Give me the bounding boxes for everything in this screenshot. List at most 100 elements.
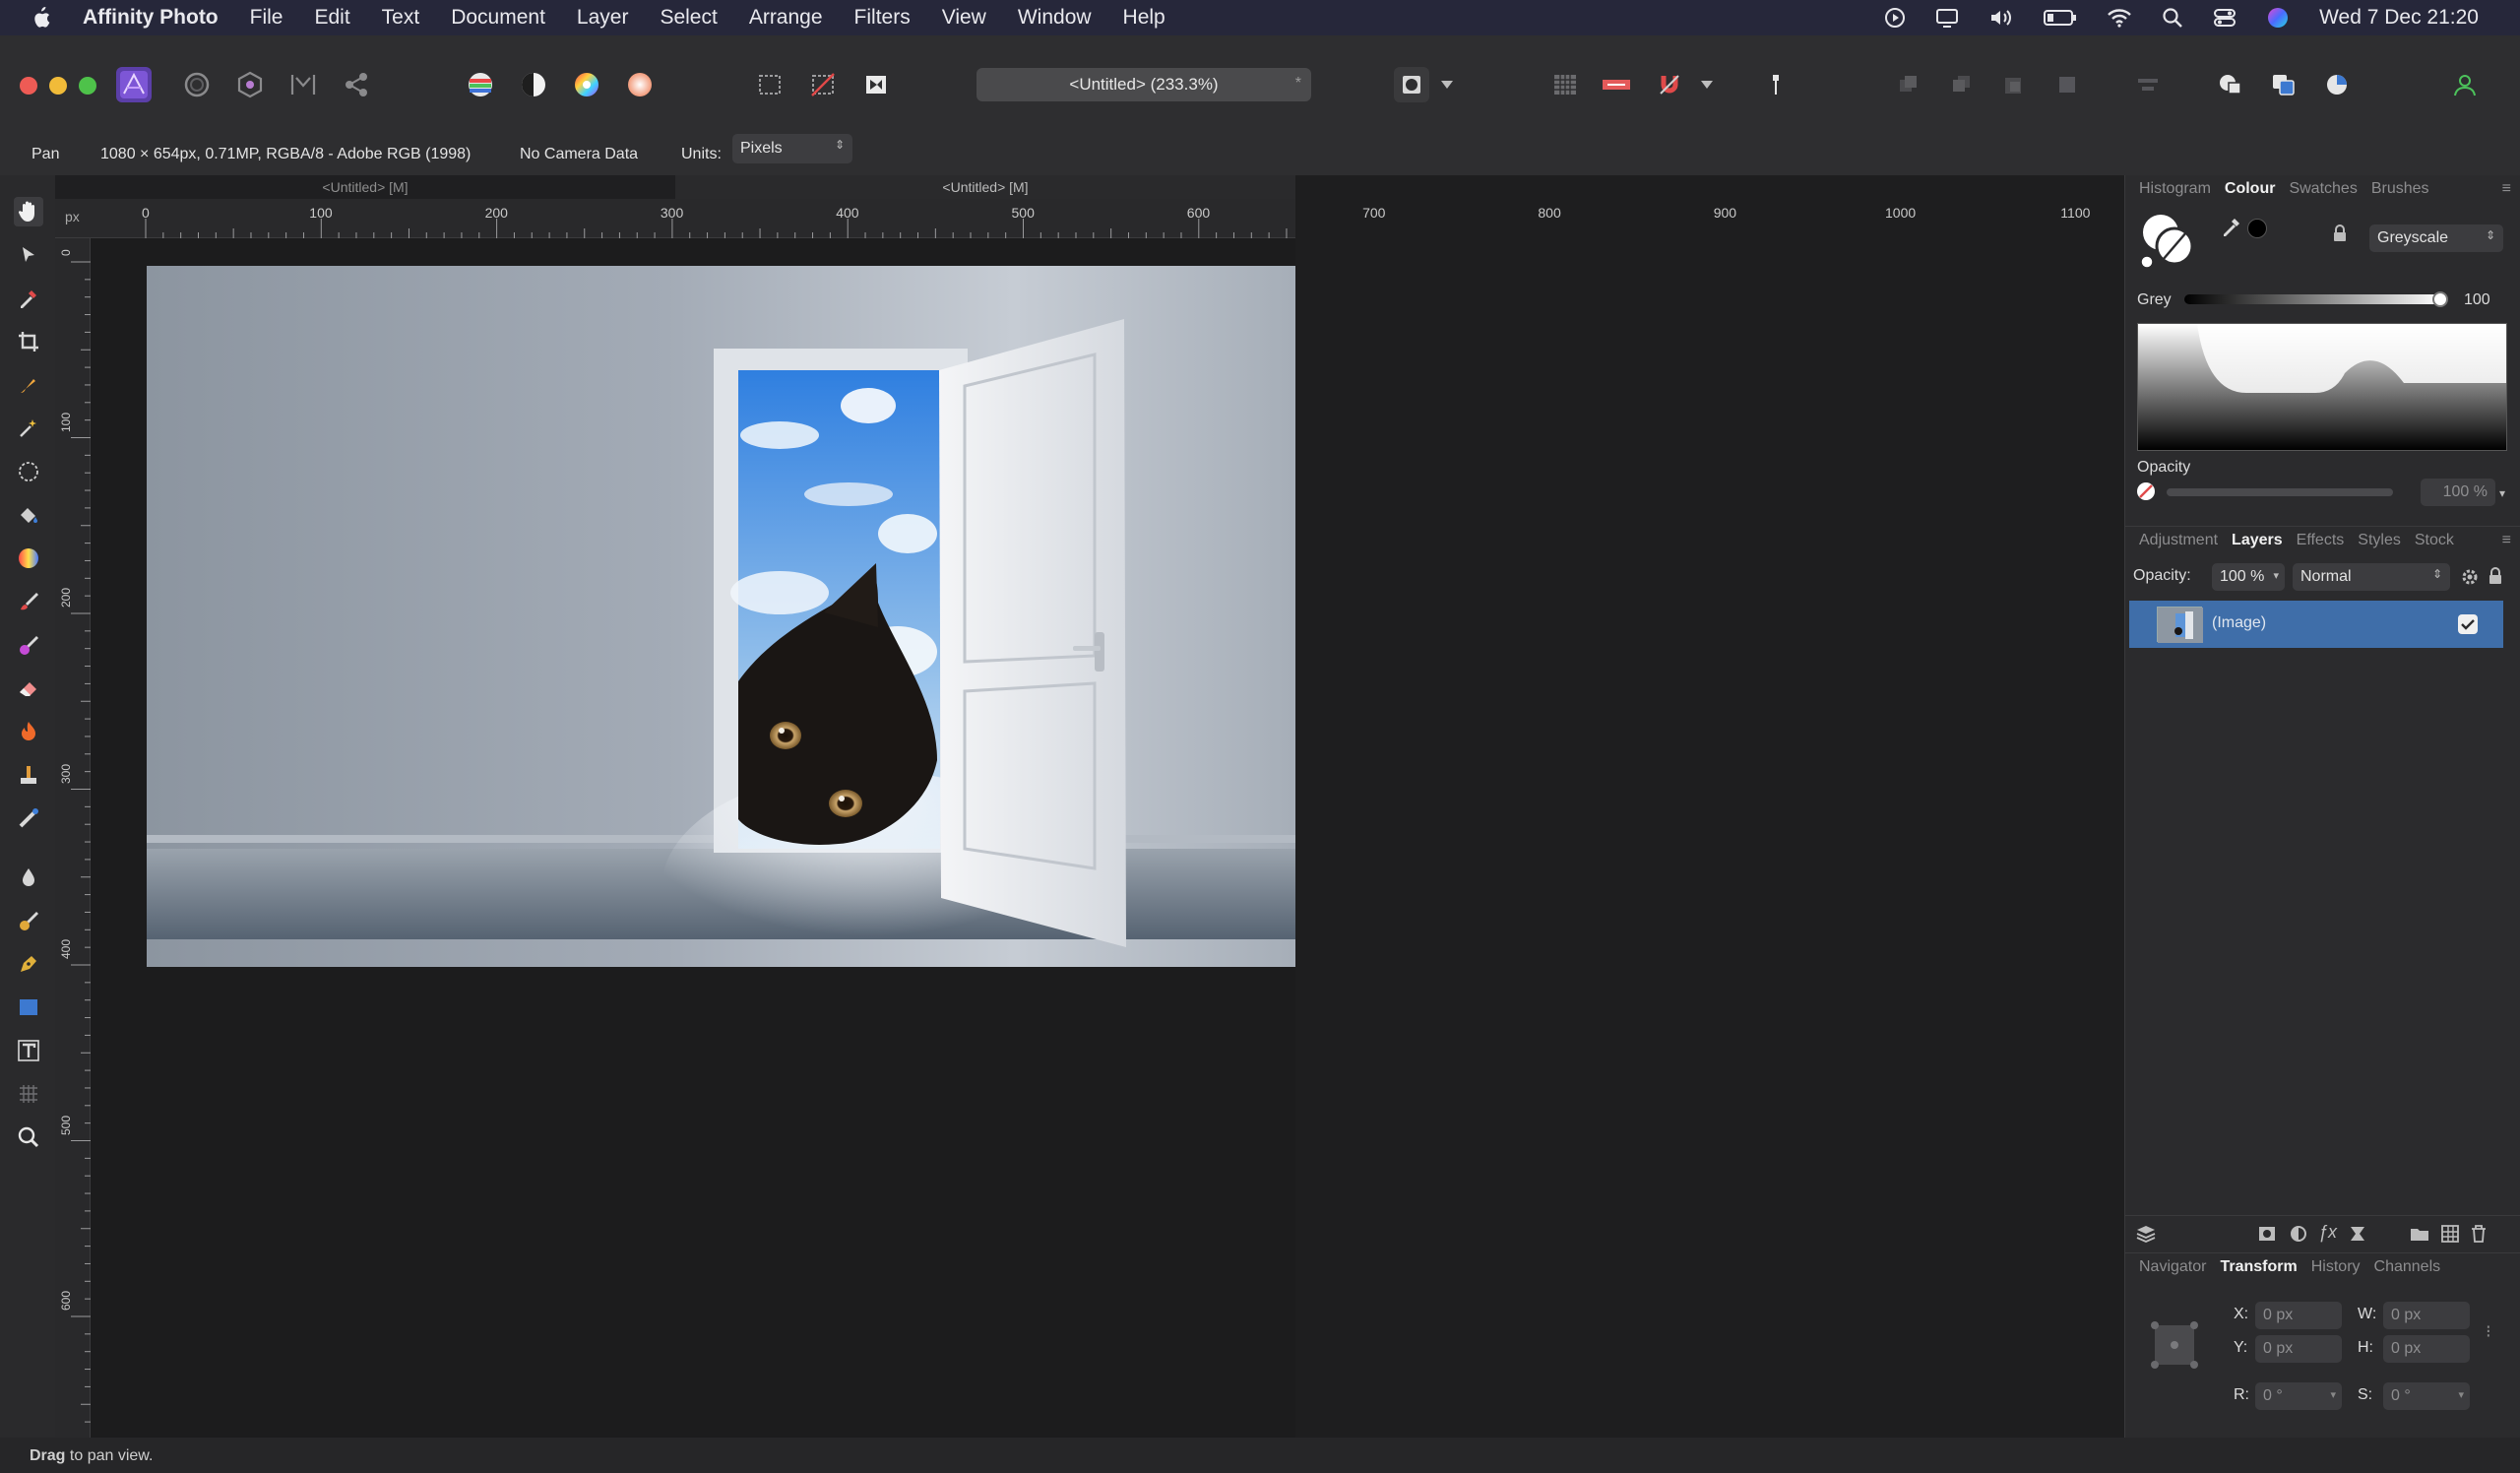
no-fill-icon[interactable] bbox=[2137, 482, 2155, 500]
fill-tool-icon[interactable] bbox=[14, 500, 43, 530]
swap-colours-icon[interactable] bbox=[2259, 215, 2279, 236]
levels-icon[interactable] bbox=[463, 67, 498, 102]
blur-brush-tool-icon[interactable] bbox=[14, 863, 43, 892]
blend-mode-dropdown[interactable]: Normal ⇕ bbox=[2293, 563, 2450, 591]
grey-value[interactable]: 100 bbox=[2464, 291, 2490, 309]
quick-mask-dropdown-icon[interactable] bbox=[1435, 67, 1459, 102]
opacity-dropdown-icon[interactable]: ▾ bbox=[2499, 486, 2505, 500]
invert-selection-icon[interactable] bbox=[858, 67, 894, 102]
quick-mask-icon[interactable] bbox=[1394, 67, 1429, 102]
dodge-tool-icon[interactable] bbox=[14, 717, 43, 746]
marquee-tool-icon[interactable] bbox=[14, 457, 43, 486]
layers-panel-menu-icon[interactable]: ≡ bbox=[2502, 532, 2511, 549]
play-icon[interactable] bbox=[1884, 7, 1906, 29]
snapping-dropdown-icon[interactable] bbox=[1695, 67, 1719, 102]
clone-brush-tool-icon[interactable] bbox=[14, 760, 43, 790]
mesh-warp-tool-icon[interactable] bbox=[14, 1079, 43, 1109]
tab-effects[interactable]: Effects bbox=[2297, 532, 2345, 549]
control-center-icon[interactable] bbox=[2213, 7, 2236, 29]
menu-edit[interactable]: Edit bbox=[314, 6, 349, 30]
move-to-back-icon[interactable] bbox=[2049, 67, 2085, 102]
menu-select[interactable]: Select bbox=[660, 6, 717, 30]
pen-tool-icon[interactable] bbox=[14, 949, 43, 979]
pan-tool-icon[interactable] bbox=[14, 197, 43, 226]
layer-row-image[interactable]: (Image) bbox=[2129, 601, 2503, 648]
document-title-field[interactable]: <Untitled> (233.3%) * bbox=[976, 68, 1311, 101]
erase-tool-icon[interactable] bbox=[14, 673, 43, 703]
smudge-brush-tool-icon[interactable] bbox=[14, 906, 43, 935]
tab-history[interactable]: History bbox=[2311, 1258, 2361, 1276]
grey-slider-handle[interactable] bbox=[2432, 291, 2448, 307]
menu-view[interactable]: View bbox=[942, 6, 986, 30]
colour-mode-dropdown[interactable]: Greyscale ⇕ bbox=[2369, 224, 2503, 252]
spotlight-search-icon[interactable] bbox=[2162, 7, 2183, 29]
grid-icon[interactable] bbox=[1547, 67, 1583, 102]
crop-tool-icon[interactable] bbox=[14, 327, 43, 356]
anchor-point-selector[interactable] bbox=[2147, 1317, 2202, 1373]
layer-visibility-checkbox[interactable] bbox=[2458, 614, 2478, 634]
add-group-icon[interactable] bbox=[2409, 1224, 2430, 1249]
display-icon[interactable] bbox=[1935, 7, 1959, 29]
zoom-tool-icon[interactable] bbox=[14, 1122, 43, 1152]
tab-histogram[interactable]: Histogram bbox=[2139, 180, 2211, 198]
artistic-text-tool-icon[interactable] bbox=[14, 1036, 43, 1065]
channel-toggle-icon[interactable] bbox=[1599, 67, 1634, 102]
clock-datetime[interactable]: Wed 7 Dec 21:20 bbox=[2319, 6, 2479, 30]
subtract-shapes-icon[interactable] bbox=[2266, 67, 2301, 102]
document-tab-active[interactable]: <Untitled> [M] bbox=[675, 175, 1295, 199]
move-to-front-icon[interactable] bbox=[1996, 67, 2032, 102]
colour-picker-tool-icon[interactable] bbox=[14, 284, 43, 313]
tab-adjustment[interactable]: Adjustment bbox=[2139, 532, 2218, 549]
units-dropdown[interactable]: Pixels ⇕ bbox=[732, 134, 852, 163]
fill-stroke-swatch[interactable] bbox=[2139, 211, 2198, 270]
grey-slider[interactable] bbox=[2184, 294, 2442, 304]
menu-document[interactable]: Document bbox=[451, 6, 545, 30]
tab-styles[interactable]: Styles bbox=[2358, 532, 2401, 549]
volume-icon[interactable] bbox=[1988, 7, 2014, 29]
tab-navigator[interactable]: Navigator bbox=[2139, 1258, 2206, 1276]
recolour-icon[interactable] bbox=[622, 67, 658, 102]
menu-window[interactable]: Window bbox=[1018, 6, 1092, 30]
vertical-ruler[interactable]: 0 100 200 300 400 500 600 bbox=[55, 238, 91, 1438]
battery-icon[interactable] bbox=[2044, 9, 2077, 27]
eyedropper-icon[interactable] bbox=[2220, 215, 2243, 243]
marquee-mode-icon[interactable] bbox=[752, 67, 788, 102]
fx-icon[interactable]: ƒx bbox=[2318, 1222, 2337, 1243]
move-forward-icon[interactable] bbox=[1943, 67, 1979, 102]
app-menu[interactable]: Affinity Photo bbox=[83, 6, 219, 30]
layer-name[interactable]: (Image) bbox=[2212, 614, 2266, 632]
opacity-field[interactable]: 100 % bbox=[2421, 479, 2495, 506]
panel-menu-icon[interactable]: ≡ bbox=[2502, 180, 2511, 198]
close-window-button[interactable] bbox=[20, 77, 37, 95]
x-field[interactable]: 0 px bbox=[2255, 1302, 2342, 1329]
add-shapes-icon[interactable] bbox=[2213, 67, 2248, 102]
account-icon[interactable] bbox=[2447, 67, 2483, 102]
menu-text[interactable]: Text bbox=[382, 6, 420, 30]
add-pixel-layer-icon[interactable] bbox=[2440, 1224, 2460, 1249]
tone-mapping-persona-icon[interactable] bbox=[285, 67, 321, 102]
h-field[interactable]: 0 px bbox=[2383, 1335, 2470, 1363]
paint-brush-tool-icon[interactable] bbox=[14, 587, 43, 616]
apple-icon[interactable] bbox=[26, 6, 55, 30]
tab-stock[interactable]: Stock bbox=[2415, 532, 2454, 549]
snapping-magnet-icon[interactable] bbox=[1652, 67, 1687, 102]
link-proportions-icon[interactable]: ⁝ bbox=[2486, 1321, 2491, 1342]
opacity-slider[interactable] bbox=[2167, 488, 2393, 496]
deselect-icon[interactable] bbox=[805, 67, 841, 102]
liquify-persona-icon[interactable] bbox=[179, 67, 215, 102]
layer-opacity-field[interactable]: 100 % ▾ bbox=[2212, 563, 2285, 591]
menu-filters[interactable]: Filters bbox=[854, 6, 911, 30]
menu-help[interactable]: Help bbox=[1123, 6, 1166, 30]
mask-layer-icon[interactable] bbox=[2257, 1224, 2277, 1249]
assistant-icon[interactable] bbox=[1758, 67, 1794, 102]
menu-file[interactable]: File bbox=[250, 6, 284, 30]
tab-layers[interactable]: Layers bbox=[2232, 532, 2283, 549]
menu-arrange[interactable]: Arrange bbox=[749, 6, 823, 30]
develop-persona-icon[interactable] bbox=[232, 67, 268, 102]
export-persona-icon[interactable] bbox=[339, 67, 374, 102]
tab-colour[interactable]: Colour bbox=[2225, 180, 2276, 198]
zoom-window-button[interactable] bbox=[79, 77, 96, 95]
r-field[interactable]: 0 ° ▾ bbox=[2255, 1382, 2342, 1410]
layer-lock-icon[interactable] bbox=[2488, 567, 2503, 590]
healing-brush-tool-icon[interactable] bbox=[14, 803, 43, 833]
